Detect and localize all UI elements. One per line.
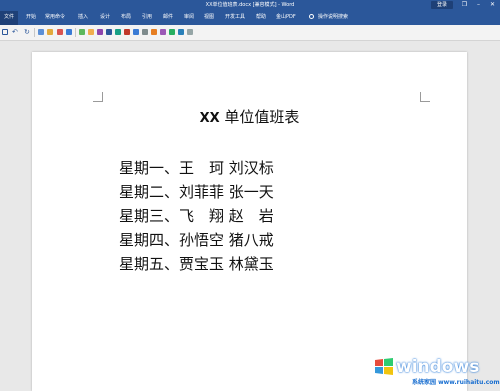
tab-kingsoft-pdf[interactable]: 金山PDF <box>276 11 296 25</box>
document-title-prefix: XX <box>199 111 220 126</box>
roster-line: 星期三、飞 翔 赵 岩 <box>119 207 274 225</box>
roster-line: 星期二、刘菲菲 张一天 <box>119 183 274 201</box>
insert-picture-icon[interactable] <box>88 29 94 35</box>
tab-review[interactable]: 审阅 <box>184 11 194 25</box>
zoom-icon[interactable] <box>169 29 175 35</box>
title-bar: XX单位值班表.docx [兼容模式] - Word 登录 ❐ – ✕ <box>0 0 500 11</box>
customize-toolbar-icon[interactable] <box>187 29 193 35</box>
tab-file[interactable]: 文件 <box>0 11 18 25</box>
roster-line: 星期一、王 珂 刘汉标 <box>119 159 274 177</box>
shapes-icon[interactable] <box>97 29 103 35</box>
site-watermark: windows 系统家园 www.ruihaitu.com <box>372 350 500 391</box>
bullets-icon[interactable] <box>66 29 72 35</box>
document-title-text: 单位值班表 <box>219 108 300 126</box>
ribbon-tabs: 开始 常用命令 插入 设计 布局 引用 邮件 审阅 视图 开发工具 帮助 金山P… <box>0 11 500 25</box>
duty-roster: 星期一、王 珂 刘汉标 星期二、刘菲菲 张一天 星期三、飞 翔 赵 岩 星期四、… <box>119 156 274 276</box>
tab-mailings[interactable]: 邮件 <box>163 11 173 25</box>
watermark-subtitle: 系统家园 www.ruihaitu.com <box>412 377 500 386</box>
watermark-text: windows <box>396 357 480 377</box>
close-icon[interactable]: ✕ <box>488 1 497 9</box>
highlight-icon[interactable] <box>47 29 53 35</box>
document-title: XX 单位值班表 <box>32 108 467 128</box>
tab-design[interactable]: 设计 <box>100 11 110 25</box>
tab-developer[interactable]: 开发工具 <box>225 11 245 25</box>
save-icon[interactable] <box>2 29 8 35</box>
quick-access-toolbar: ↶ ↻ <box>0 25 500 41</box>
font-color-icon[interactable] <box>57 29 63 35</box>
ribbon-display-options-icon[interactable]: ❐ <box>460 1 469 9</box>
draw-icon[interactable] <box>151 29 157 35</box>
tab-home[interactable]: 开始 <box>26 11 36 25</box>
toolbar-separator <box>75 28 76 37</box>
document-page[interactable]: XX 单位值班表 星期一、王 珂 刘汉标 星期二、刘菲菲 张一天 星期三、飞 翔… <box>32 52 467 391</box>
minimize-icon[interactable]: – <box>474 1 483 9</box>
tell-me-search[interactable]: 操作说明搜索 <box>318 11 348 25</box>
insert-table-icon[interactable] <box>79 29 85 35</box>
format-icon[interactable] <box>38 29 44 35</box>
margin-corner-marker <box>93 92 103 102</box>
watermark-url: www.ruihaitu.com <box>438 379 500 386</box>
margin-corner-marker <box>420 92 430 102</box>
window-title: XX单位值班表.docx [兼容模式] - Word <box>205 2 295 8</box>
tab-help[interactable]: 帮助 <box>256 11 266 25</box>
toolbar-separator <box>34 28 35 37</box>
redo-icon[interactable]: ↻ <box>24 29 32 36</box>
paragraph-icon[interactable] <box>133 29 139 35</box>
login-button[interactable]: 登录 <box>431 1 453 9</box>
undo-icon[interactable]: ↶ <box>12 29 20 36</box>
tab-common-commands[interactable]: 常用命令 <box>45 11 65 25</box>
styles-icon[interactable] <box>160 29 166 35</box>
track-changes-icon[interactable] <box>124 29 130 35</box>
roster-line: 星期四、孙悟空 猪八戒 <box>119 231 274 249</box>
tab-references[interactable]: 引用 <box>142 11 152 25</box>
spelling-icon[interactable] <box>115 29 121 35</box>
tab-layout[interactable]: 布局 <box>121 11 131 25</box>
roster-line: 星期五、贾宝玉 林黛玉 <box>119 255 274 273</box>
windows-logo-icon <box>375 358 393 375</box>
lightbulb-icon <box>309 14 314 19</box>
watermark-subtitle-text: 系统家园 <box>412 379 437 386</box>
borders-icon[interactable] <box>142 29 148 35</box>
tab-view[interactable]: 视图 <box>204 11 214 25</box>
print-preview-icon[interactable] <box>106 29 112 35</box>
word-window: XX单位值班表.docx [兼容模式] - Word 登录 ❐ – ✕ 开始 常… <box>0 0 500 391</box>
find-icon[interactable] <box>178 29 184 35</box>
tab-insert[interactable]: 插入 <box>78 11 88 25</box>
